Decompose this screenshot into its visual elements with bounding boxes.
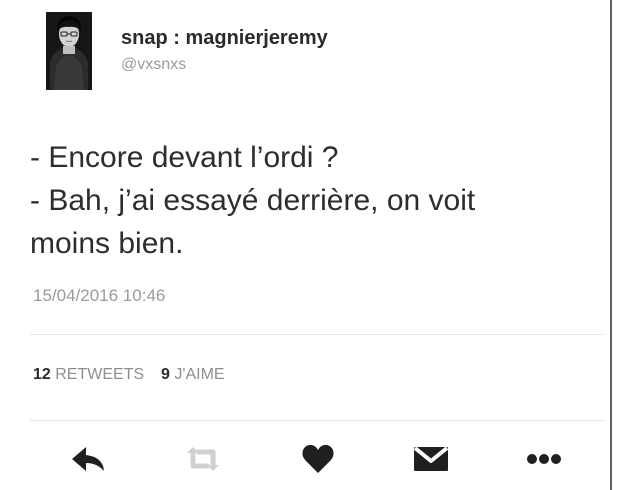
tweet-line-3: moins bien. <box>30 227 184 260</box>
divider-bottom <box>30 420 604 421</box>
more-icon <box>527 454 561 464</box>
like-stat[interactable]: 9 J'AIME <box>161 366 225 383</box>
likes-count: 9 <box>161 366 170 383</box>
tweet-line-1: - Encore devant l’ordi ? <box>30 141 339 174</box>
display-name[interactable]: snap : magnierjeremy <box>121 27 328 50</box>
reply-icon <box>72 447 104 471</box>
retweet-stat[interactable]: 12 RETWEETS <box>33 366 149 383</box>
divider-top <box>30 334 604 335</box>
retweets-label: RETWEETS <box>55 366 145 383</box>
avatar-image <box>46 12 92 90</box>
avatar[interactable] <box>46 12 92 90</box>
retweets-count: 12 <box>33 366 51 383</box>
tweet-text: - Encore devant l’ordi ? - Bah, j’ai ess… <box>30 136 590 265</box>
heart-icon <box>302 444 334 473</box>
message-button[interactable] <box>409 441 453 477</box>
likes-label: J'AIME <box>174 366 225 383</box>
retweet-button[interactable] <box>181 441 225 477</box>
tweet-stats: 12 RETWEETS 9 J'AIME <box>33 366 225 384</box>
like-button[interactable] <box>296 441 340 477</box>
reply-button[interactable] <box>67 441 111 477</box>
tweet-timestamp: 15/04/2016 10:46 <box>33 286 166 305</box>
user-handle[interactable]: @vxsnxs <box>121 56 186 74</box>
message-icon <box>413 446 449 471</box>
tweet-card: snap : magnierjeremy @vxsnxs - Encore de… <box>0 0 620 490</box>
retweet-icon <box>187 447 219 471</box>
more-button[interactable] <box>522 441 566 477</box>
tweet-line-2: - Bah, j’ai essayé derrière, on voit <box>30 184 476 217</box>
card-right-border <box>610 0 612 490</box>
